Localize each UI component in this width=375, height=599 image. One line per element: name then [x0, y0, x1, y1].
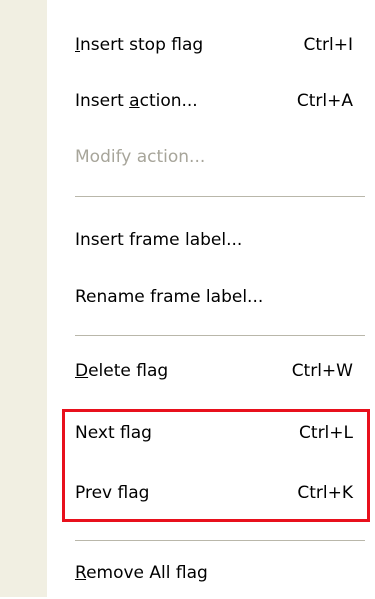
context-menu: Insert stop flag Ctrl+I Insert action...…: [0, 0, 375, 597]
menu-separator: [75, 196, 365, 197]
menu-item-shortcut: Ctrl+W: [291, 361, 353, 381]
menu-icon-gutter: [0, 0, 47, 597]
menu-item-label: Rename frame label...: [75, 287, 264, 307]
menu-separator: [75, 335, 365, 336]
menu-item-delete-flag[interactable]: Delete flag Ctrl+W: [47, 345, 375, 397]
menu-item-insert-frame-label[interactable]: Insert frame label...: [47, 214, 375, 266]
menu-item-label: Remove All flag: [75, 563, 208, 583]
menu-item-remove-all-flag[interactable]: Remove All flag: [47, 547, 375, 599]
menu-item-insert-stop-flag[interactable]: Insert stop flag Ctrl+I: [47, 19, 375, 71]
menu-item-rename-frame-label[interactable]: Rename frame label...: [47, 271, 375, 323]
menu-separator: [75, 540, 365, 541]
menu-item-shortcut: Ctrl+A: [296, 91, 353, 111]
menu-item-label: Insert action...: [75, 91, 198, 111]
menu-item-insert-action[interactable]: Insert action... Ctrl+A: [47, 75, 375, 127]
menu-item-modify-action: Modify action...: [47, 131, 375, 183]
menu-item-label: Insert frame label...: [75, 230, 243, 250]
menu-item-shortcut: Ctrl+I: [303, 35, 353, 55]
highlight-box: [62, 409, 370, 522]
menu-item-label: Modify action...: [75, 147, 206, 167]
menu-item-label: Delete flag: [75, 361, 169, 381]
menu-item-label: Insert stop flag: [75, 35, 204, 55]
